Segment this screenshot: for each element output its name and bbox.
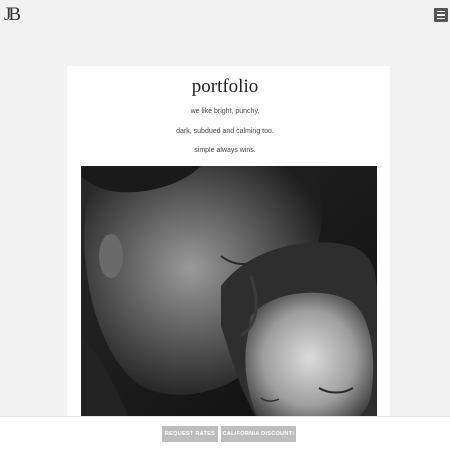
photo-couple-bw-icon — [81, 166, 377, 424]
request-rates-button[interactable]: REQUEST RATES — [162, 426, 218, 442]
hamburger-icon — [437, 10, 445, 13]
portfolio-photo[interactable] — [81, 166, 377, 424]
page-title: portfolio — [191, 76, 259, 97]
tagline-1: we like bright, punchy, — [190, 108, 260, 115]
page: JB portfolio we like bright, punchy, dar… — [0, 0, 450, 450]
tagline-2: dark, subdued and calming too. — [176, 128, 274, 135]
footer-bar: REQUEST RATES CALIFORNIA DISCOUNT! — [0, 416, 450, 450]
menu-button[interactable] — [434, 8, 448, 22]
site-logo[interactable]: JB — [4, 4, 21, 26]
tagline-3: simple always wins. — [194, 147, 256, 154]
california-discount-button[interactable]: CALIFORNIA DISCOUNT! — [221, 426, 296, 442]
